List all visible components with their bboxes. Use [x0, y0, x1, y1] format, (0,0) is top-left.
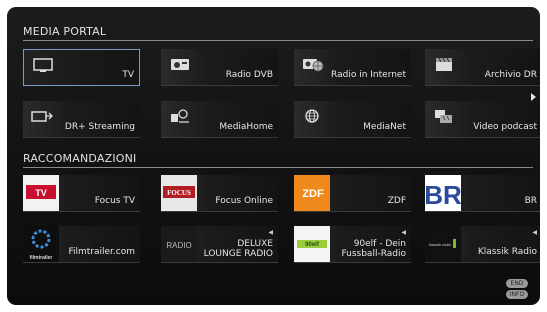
media-portal-title: MEDIA PORTAL — [23, 25, 107, 38]
tile-label: Klassik Radio — [477, 247, 537, 257]
svg-text:FOCUS: FOCUS — [167, 189, 191, 197]
tile-label: MediaNet — [363, 122, 406, 132]
section-divider — [23, 40, 533, 41]
speaker-icon: ◀ — [401, 229, 406, 236]
tile-dr-streaming[interactable]: DR+ Streaming — [23, 101, 140, 138]
clapper-icon — [436, 57, 452, 71]
tile-zdf[interactable]: ZDF ZDF — [294, 175, 411, 212]
radio-icon — [171, 59, 189, 70]
next-page-arrow-icon[interactable] — [531, 93, 536, 101]
internet-radio-icon — [303, 59, 324, 72]
podcast-icon — [435, 110, 452, 123]
svg-text:BR: BR — [425, 180, 461, 210]
tile-br[interactable]: BR BR — [425, 175, 540, 212]
tile-label: ZDF — [387, 196, 406, 206]
tile-label: Filmtrailer.com — [68, 247, 135, 257]
svg-text:90elf: 90elf — [305, 242, 320, 248]
tile-label: DELUXE LOUNGE RADIO — [203, 239, 273, 259]
svg-text:filmtrailer: filmtrailer — [30, 255, 53, 261]
90elf-logo: 90elf — [294, 226, 330, 262]
globe-icon — [305, 109, 319, 123]
tile-deluxe-lounge-radio[interactable]: RADIO ◀ DELUXE LOUNGE RADIO — [161, 226, 278, 263]
mediahome-icon — [171, 109, 189, 123]
focus-tv-logo: TV — [23, 175, 59, 211]
tile-label: TV — [122, 70, 134, 80]
tv-icon — [33, 58, 53, 72]
zdf-logo: ZDF — [294, 175, 330, 211]
tile-label: BR — [524, 196, 537, 206]
section-divider — [23, 167, 533, 168]
tile-video-podcast[interactable]: Video podcast — [425, 101, 540, 138]
tile-label: Archivio DR — [484, 70, 537, 80]
tile-tv[interactable]: TV — [23, 49, 140, 86]
speaker-icon: ◀ — [532, 229, 537, 236]
speaker-icon: ◀ — [268, 229, 273, 236]
tile-label: Video podcast — [473, 122, 537, 132]
tile-label: Focus Online — [215, 196, 273, 206]
tile-90elf[interactable]: 90elf ◀ 90elf - Dein Fussball-Radio — [294, 226, 411, 263]
focus-online-logo: FOCUS — [161, 175, 197, 211]
tile-focus-online[interactable]: FOCUS Focus Online — [161, 175, 278, 212]
deluxe-radio-logo: RADIO — [161, 226, 197, 262]
tile-medianet[interactable]: MediaNet — [294, 101, 411, 138]
svg-text:klassik radio: klassik radio — [429, 242, 452, 247]
recommendations-title: RACCOMANDAZIONI — [23, 152, 137, 165]
svg-text:ZDF: ZDF — [302, 188, 324, 200]
tile-mediahome[interactable]: MediaHome — [161, 101, 278, 138]
tile-label: Radio in Internet — [331, 70, 406, 80]
tile-focus-tv[interactable]: TV Focus TV — [23, 175, 140, 212]
tile-label: DR+ Streaming — [64, 122, 135, 132]
klassik-radio-logo: klassik radio — [425, 226, 461, 262]
filmtrailer-logo: filmtrailer — [23, 226, 59, 262]
br-logo: BR — [425, 175, 461, 211]
streaming-icon — [31, 111, 53, 122]
tile-radio-internet[interactable]: Radio in Internet — [294, 49, 411, 86]
media-portal-screen: MEDIA PORTAL TV Radio DVB Radio in Inter… — [7, 7, 540, 305]
tile-label: 90elf - Dein Fussball-Radio — [341, 239, 406, 259]
tile-filmtrailer[interactable]: filmtrailer Filmtrailer.com — [23, 226, 140, 263]
tile-label: MediaHome — [219, 122, 273, 132]
tile-label: Focus TV — [94, 196, 135, 206]
tile-archivio-dr[interactable]: Archivio DR — [425, 49, 540, 86]
end-button[interactable]: END — [506, 279, 528, 288]
svg-text:TV: TV — [35, 188, 47, 198]
info-button[interactable]: INFO — [506, 290, 528, 299]
tile-radio-dvb[interactable]: Radio DVB — [161, 49, 278, 86]
tile-label: Radio DVB — [225, 70, 273, 80]
svg-text:RADIO: RADIO — [166, 241, 191, 250]
tile-klassik-radio[interactable]: klassik radio ◀ Klassik Radio — [425, 226, 540, 263]
